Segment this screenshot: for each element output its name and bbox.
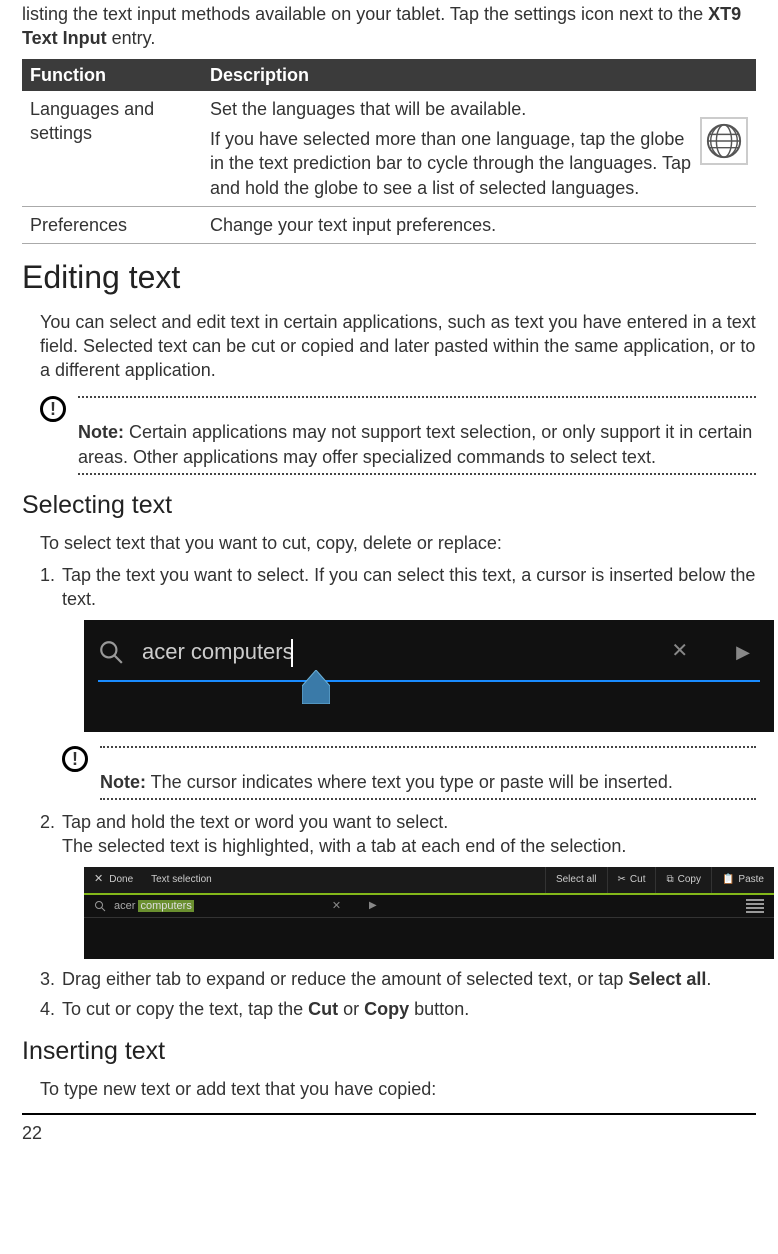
note-text: The cursor indicates where text you type… <box>146 772 673 792</box>
table-row: Preferences Change your text input prefe… <box>22 207 756 244</box>
paste-icon: 📋 <box>722 873 734 887</box>
paste-button: 📋Paste <box>711 867 774 893</box>
inserting-paragraph: To type new text or add text that you ha… <box>22 1077 756 1101</box>
heading-inserting-text: Inserting text <box>22 1035 756 1069</box>
screenshot-cursor: acer computers ✕ ▶ <box>84 620 774 732</box>
selected-text: computers <box>138 900 193 912</box>
th-function: Function <box>22 59 202 91</box>
scissors-icon: ✂ <box>618 873 626 887</box>
search-text: acer computers <box>114 899 194 914</box>
clear-icon: ✕ <box>332 899 341 914</box>
function-table: Function Description Languages and setti… <box>22 59 756 245</box>
step-2: Tap and hold the text or word you want t… <box>40 810 756 959</box>
selecting-paragraph: To select text that you want to cut, cop… <box>22 531 756 555</box>
page-number: 22 <box>22 1113 756 1145</box>
go-icon: ▶ <box>369 899 377 913</box>
menu-icon <box>746 899 764 913</box>
desc-languages-1: Set the languages that will be available… <box>210 97 692 121</box>
desc-preferences: Change your text input preferences. <box>202 207 756 244</box>
clear-icon: ✕ <box>671 638 688 665</box>
go-icon: ▶ <box>736 640 750 664</box>
step-4: To cut or copy the text, tap the Cut or … <box>40 997 756 1021</box>
intro-paragraph: listing the text input methods available… <box>22 0 756 59</box>
heading-selecting-text: Selecting text <box>22 489 756 523</box>
copy-icon: ⧉ <box>666 873 673 887</box>
select-all-button: Select all <box>545 867 607 893</box>
search-text: acer computers <box>142 637 653 667</box>
globe-icon <box>700 117 748 165</box>
done-button: ✕Done <box>84 872 143 887</box>
step-3: Drag either tab to expand or reduce the … <box>40 967 756 991</box>
cut-button: ✂Cut <box>607 867 656 893</box>
text-selection-label: Text selection <box>143 873 212 887</box>
note-icon: ! <box>62 746 88 772</box>
note-text: Certain applications may not support tex… <box>78 422 752 466</box>
search-icon <box>98 639 124 665</box>
note-block: ! Note: Certain applications may not sup… <box>40 392 756 475</box>
search-icon <box>94 900 106 912</box>
step-1: Tap the text you want to select. If you … <box>40 563 756 800</box>
table-row: Languages and settings Set the languages… <box>22 91 756 207</box>
desc-languages-2: If you have selected more than one langu… <box>210 127 692 200</box>
heading-editing-text: Editing text <box>22 256 756 299</box>
note-label: Note: <box>100 772 146 792</box>
editing-paragraph: You can select and edit text in certain … <box>22 310 756 383</box>
copy-button: ⧉Copy <box>655 867 711 893</box>
note-label: Note: <box>78 422 124 442</box>
close-icon: ✕ <box>94 872 103 887</box>
screenshot-selection: ✕Done Text selection Select all ✂Cut ⧉Co… <box>84 867 774 959</box>
note-icon: ! <box>40 396 66 422</box>
func-languages: Languages and settings <box>22 91 202 207</box>
th-description: Description <box>202 59 756 91</box>
func-preferences: Preferences <box>22 207 202 244</box>
